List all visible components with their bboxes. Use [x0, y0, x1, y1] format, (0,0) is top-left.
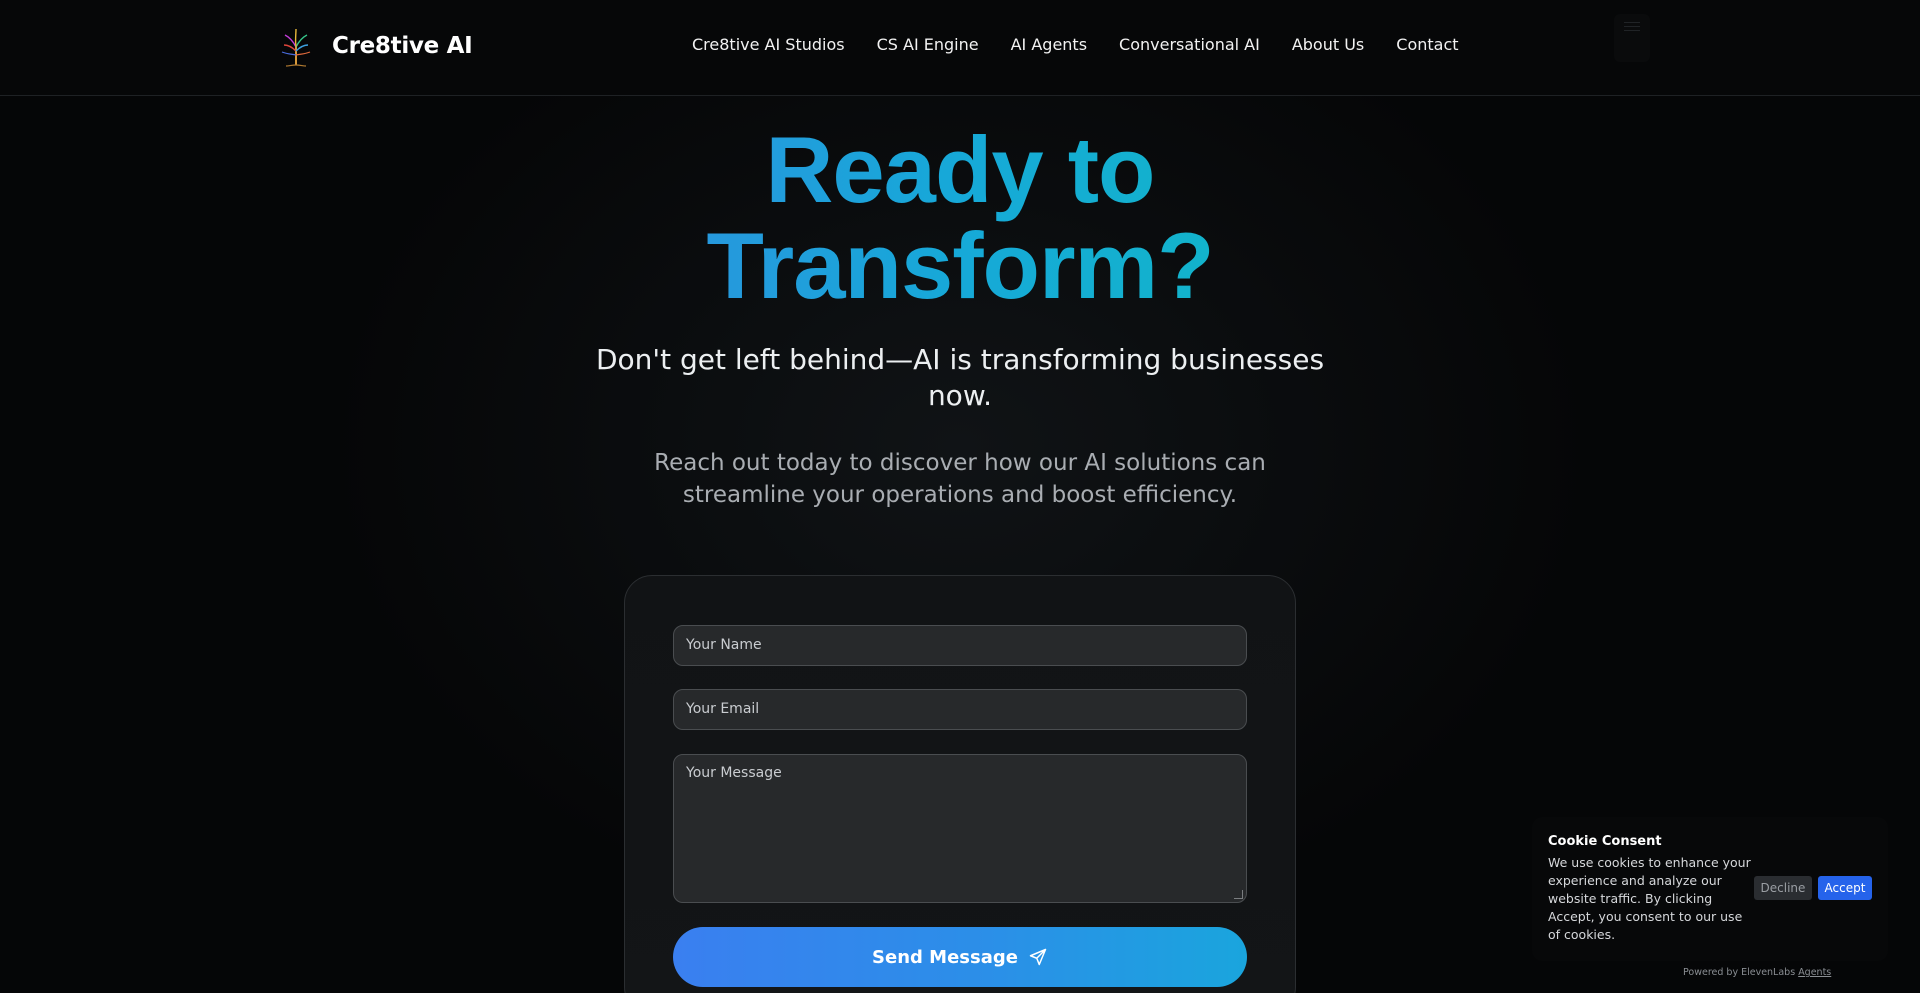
cookie-text: We use cookies to enhance your experienc…: [1548, 855, 1751, 942]
contact-form: Your Name Your Email Your Message Send M…: [624, 575, 1296, 993]
accept-button[interactable]: Accept: [1818, 876, 1872, 900]
nav-item-studios[interactable]: Cre8tive AI Studios: [692, 33, 845, 57]
message-field[interactable]: Your Message: [673, 754, 1247, 903]
agents-link[interactable]: Agents: [1798, 967, 1831, 978]
send-icon: [1029, 948, 1047, 966]
menu-icon[interactable]: [1614, 14, 1650, 62]
powered-by: Powered by ElevenLabs Agents: [1683, 967, 1831, 978]
email-field[interactable]: Your Email: [673, 689, 1247, 730]
nav-item-contact[interactable]: Contact: [1396, 33, 1458, 57]
resize-handle-icon[interactable]: [1234, 890, 1243, 899]
nav-item-ai-agents[interactable]: AI Agents: [1011, 33, 1087, 57]
hero-title-line2: Transform?: [706, 213, 1214, 318]
brand-name: Cre8tive AI: [332, 33, 473, 59]
hero-description: Reach out today to discover how our AI s…: [654, 450, 1266, 508]
message-placeholder: Your Message: [686, 765, 782, 781]
send-message-button[interactable]: Send Message: [673, 927, 1247, 987]
nav-item-conversational-ai[interactable]: Conversational AI: [1119, 33, 1260, 57]
name-field[interactable]: Your Name: [673, 625, 1247, 666]
nav-item-about-us[interactable]: About Us: [1292, 33, 1364, 57]
main-nav: Cre8tive AI Studios CS AI Engine AI Agen…: [692, 33, 1459, 57]
send-message-label: Send Message: [872, 946, 1018, 968]
cookie-title: Cookie Consent: [1548, 834, 1662, 849]
hero-subtitle: Don't get left behind—AI is transforming…: [595, 343, 1325, 412]
decline-button[interactable]: Decline: [1754, 876, 1812, 900]
nav-item-cs-ai-engine[interactable]: CS AI Engine: [877, 33, 979, 57]
brand[interactable]: Cre8tive AI: [276, 25, 473, 67]
site-header: Cre8tive AI Cre8tive AI Studios CS AI En…: [0, 0, 1920, 96]
cookie-consent-banner: Cookie Consent We use cookies to enhance…: [1532, 817, 1888, 961]
hero-title: Ready to Transform?: [560, 122, 1360, 314]
powered-by-text: Powered by ElevenLabs: [1683, 967, 1796, 978]
tree-icon: [281, 28, 311, 67]
hero-title-line1: Ready to: [765, 117, 1155, 222]
